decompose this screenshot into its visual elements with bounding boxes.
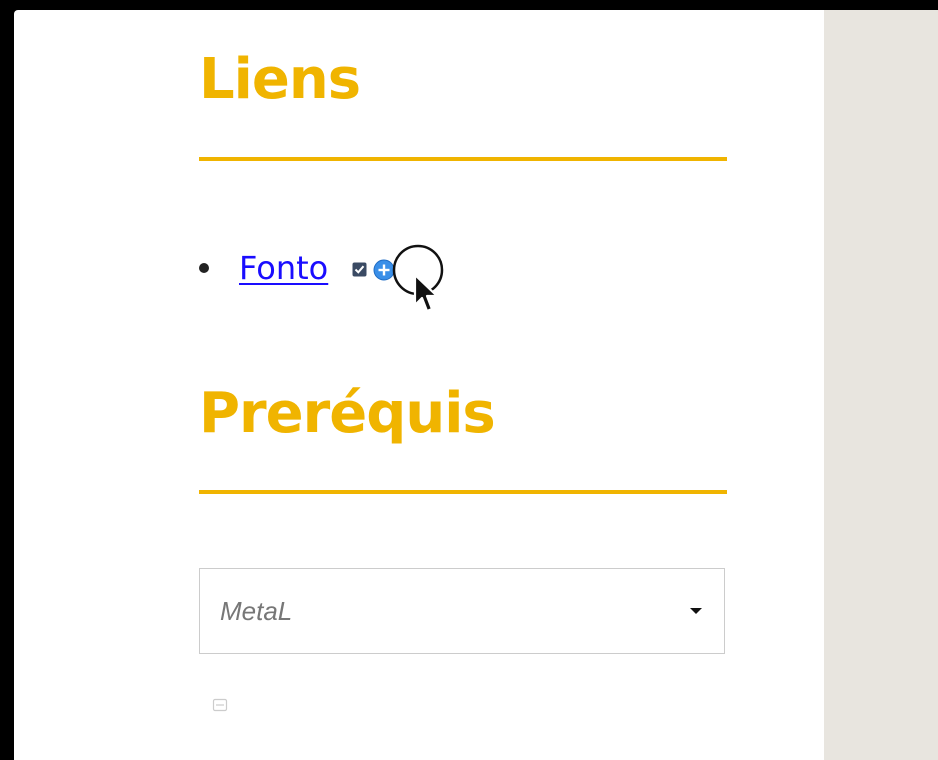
links-divider xyxy=(199,157,727,161)
fonto-link[interactable]: Fonto xyxy=(239,249,328,287)
check-icon[interactable] xyxy=(352,262,367,277)
prerequisite-select[interactable]: MetaL xyxy=(199,568,725,654)
collapse-icon[interactable] xyxy=(212,697,228,712)
links-list: Fonto xyxy=(199,248,395,288)
prerequisites-divider xyxy=(199,490,727,494)
add-circle-icon[interactable] xyxy=(373,259,395,281)
window-frame: Liens Fonto Preréquis MetaL xyxy=(0,0,938,760)
side-panel xyxy=(824,10,938,760)
bullet xyxy=(199,263,209,273)
chevron-down-icon[interactable] xyxy=(690,608,702,614)
links-heading: Liens xyxy=(199,47,361,112)
prerequisite-select-value: MetaL xyxy=(220,595,293,626)
prerequisites-heading: Preréquis xyxy=(199,381,496,446)
list-item: Fonto xyxy=(199,248,395,288)
